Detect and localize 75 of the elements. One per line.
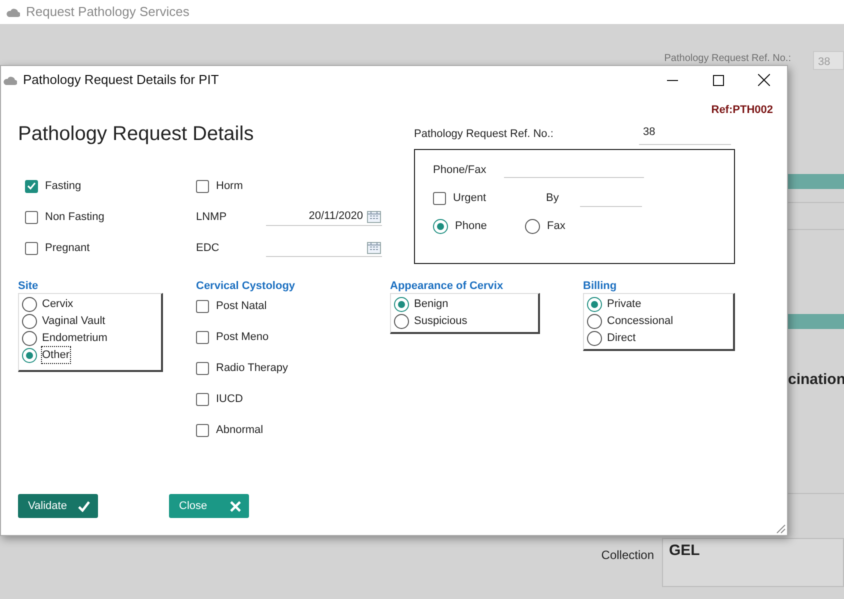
checkbox[interactable]	[196, 331, 209, 344]
date-field[interactable]: 20/11/2020	[266, 208, 382, 226]
dialog-heading: Pathology Request Details	[18, 122, 255, 146]
radio-button[interactable]	[22, 314, 37, 328]
radio-label: Suspicious	[414, 314, 468, 329]
checkbox[interactable]	[196, 424, 209, 437]
radio-label: Vaginal Vault	[42, 314, 106, 329]
close-icon	[230, 500, 241, 512]
checkbox-label: Post Natal	[216, 299, 267, 314]
checkbox[interactable]	[25, 180, 38, 192]
radio-label: Other	[42, 346, 70, 364]
checkbox[interactable]	[196, 300, 209, 313]
radio-label: Direct	[607, 330, 636, 346]
maximize-icon	[712, 74, 724, 86]
group-title: Site	[18, 280, 40, 292]
radio-label: Fax	[547, 219, 566, 234]
checkbox[interactable]	[25, 242, 38, 254]
group-title: Cervical Cystology	[196, 280, 296, 292]
window-title: Request Pathology Services	[26, 3, 190, 22]
radio-button[interactable]	[22, 296, 37, 312]
checkbox-label: Fasting	[45, 178, 82, 194]
checkbox-label: Urgent	[453, 191, 486, 206]
close-button[interactable]: Close	[169, 494, 249, 518]
checkbox-label: Radio Therapy	[216, 361, 288, 376]
field-label: Pathology Request Ref. No.:	[664, 53, 791, 65]
ref-number-field[interactable]: 38	[639, 124, 731, 144]
radio-label: Private	[607, 296, 642, 312]
radio-button[interactable]	[525, 219, 540, 234]
radio-label: Concessional	[607, 314, 674, 329]
calendar-icon[interactable]	[367, 241, 381, 254]
checkbox-label: Post Meno	[216, 330, 269, 346]
radio-button[interactable]	[394, 314, 409, 328]
checkbox[interactable]	[25, 210, 38, 224]
checkbox-label: IUCD	[216, 392, 243, 408]
checkmark-icon	[78, 500, 90, 512]
checkbox[interactable]	[196, 362, 209, 375]
radio-label: Benign	[414, 296, 448, 312]
radio-button[interactable]	[22, 330, 37, 346]
collection-field[interactable]: GEL	[662, 538, 844, 587]
radio-button[interactable]	[587, 296, 602, 312]
field-label: Phone/Fax	[433, 162, 486, 178]
checkbox-label: Pregnant	[45, 240, 90, 256]
cloud-icon	[6, 7, 20, 17]
date-field[interactable]	[266, 239, 382, 257]
radio-button[interactable]	[394, 296, 409, 312]
field-label: Pathology Request Ref. No.:	[414, 127, 554, 142]
calendar-icon[interactable]	[367, 210, 381, 223]
field-label: By	[546, 191, 560, 206]
checkbox[interactable]	[433, 192, 446, 205]
radio-button[interactable]	[587, 314, 602, 328]
checkbox-label: Horm	[216, 178, 243, 194]
checkbox[interactable]	[196, 180, 209, 192]
section-bar	[788, 314, 844, 329]
checkbox-label: Abnormal	[216, 423, 264, 438]
radio-button[interactable]	[433, 219, 448, 234]
reference-code: Ref:PTH002	[710, 104, 774, 117]
checkbox-label: Non Fasting	[45, 210, 104, 225]
cloud-icon	[3, 75, 17, 85]
group-title: Billing	[583, 280, 618, 292]
dialog-title: Pathology Request Details for PIT	[23, 71, 219, 90]
radio-label: Cervix	[42, 296, 74, 312]
group-title: Appearance of Cervix	[390, 280, 504, 292]
checkbox[interactable]	[196, 393, 209, 406]
radio-button[interactable]	[22, 348, 37, 362]
validate-button[interactable]: Validate	[18, 494, 98, 518]
radio-label: Phone	[455, 219, 487, 234]
date-value: 20/11/2020	[308, 209, 363, 224]
resize-grip-icon	[776, 524, 786, 534]
close-icon	[758, 74, 770, 86]
field-label: Collection	[601, 547, 654, 564]
radio-button[interactable]	[587, 330, 602, 346]
field-label: EDC	[196, 240, 220, 256]
section-bar	[788, 174, 844, 189]
field-label: LNMP	[196, 210, 228, 225]
radio-label: Endometrium	[42, 330, 108, 346]
